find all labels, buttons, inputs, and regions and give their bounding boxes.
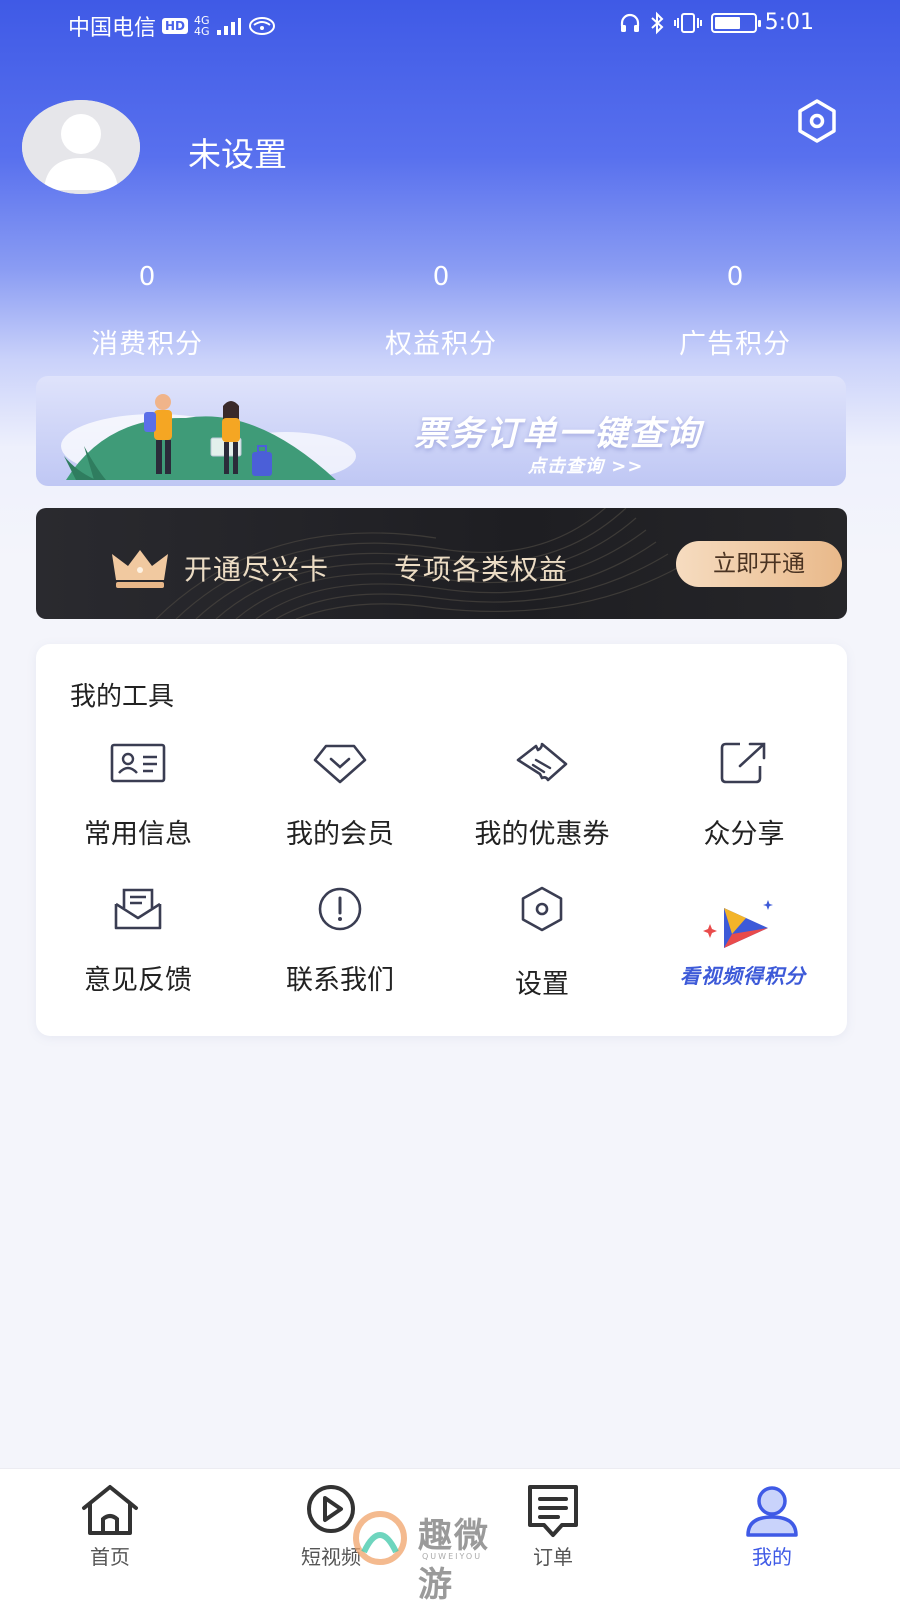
tool-settings[interactable]: 设置 <box>442 886 642 1016</box>
tool-label: 我的会员 <box>286 819 394 850</box>
nav-me[interactable]: 我的 <box>692 1469 852 1600</box>
watch-video-label: 看视频得积分 <box>680 964 806 988</box>
stat-value: 0 <box>432 262 450 292</box>
tool-my-coupons[interactable]: 我的优惠券 <box>442 740 642 870</box>
crown-icon <box>112 550 168 588</box>
tools-title: 我的工具 <box>70 682 175 712</box>
stat-label: 消费积分 <box>91 329 203 360</box>
vip-benefits-text: 专项各类权益 <box>394 553 569 586</box>
stat-consumption-points[interactable]: 0 消费积分 <box>0 262 297 361</box>
watermark: 趣微游 QUWEIYOU <box>350 1508 520 1600</box>
tool-label: 众分享 <box>703 819 785 850</box>
tool-my-membership[interactable]: 我的会员 <box>240 740 440 870</box>
settings-gear-icon[interactable] <box>792 96 842 146</box>
network-indicator: 4G 4G <box>194 15 210 37</box>
stat-label: 权益积分 <box>385 329 497 360</box>
battery-icon <box>710 12 761 33</box>
stat-value: 0 <box>726 262 744 292</box>
profile-icon <box>746 1486 798 1537</box>
headphones-icon <box>620 13 639 32</box>
tool-label: 意见反馈 <box>84 965 192 996</box>
ticket-banner-title: 票务订单一键查询 <box>414 414 702 454</box>
avatar-placeholder-icon <box>22 100 140 194</box>
tool-label: 设置 <box>515 969 569 1000</box>
video-play-icon <box>703 900 773 948</box>
vip-card-text: 开通尽兴卡 <box>184 553 330 586</box>
vibrate-icon <box>673 12 702 33</box>
network-bottom-label: 4G <box>194 25 210 38</box>
travelers-illustration <box>61 394 356 480</box>
watermark-logo-icon <box>353 1511 407 1565</box>
avatar[interactable] <box>22 100 140 194</box>
bluetooth-icon <box>650 11 664 34</box>
stat-label: 广告积分 <box>679 329 791 360</box>
points-stats: 0 消费积分 0 权益积分 0 广告积分 <box>0 262 900 362</box>
home-icon <box>82 1485 138 1535</box>
stat-value: 0 <box>138 262 156 292</box>
tool-share[interactable]: 众分享 <box>644 740 844 870</box>
feedback-envelope-icon <box>114 888 162 930</box>
hotspot-icon <box>248 17 275 35</box>
hd-badge: HD <box>162 18 189 34</box>
tool-watch-video-points[interactable]: 看视频得积分 <box>636 900 850 1030</box>
stat-rights-points[interactable]: 0 权益积分 <box>291 262 591 361</box>
settings-hex-icon <box>521 886 563 932</box>
clock-label: 5:01 <box>764 10 814 35</box>
status-left: 中国电信 HD 4G 4G <box>68 10 276 42</box>
username-label[interactable]: 未设置 <box>188 128 287 176</box>
orders-icon <box>528 1485 578 1537</box>
status-bar: 中国电信 HD 4G 4G 5:01 <box>0 0 900 50</box>
id-card-icon <box>110 743 166 783</box>
battery-level <box>714 16 740 29</box>
tool-feedback[interactable]: 意见反馈 <box>38 886 238 1016</box>
signal-icon <box>216 18 241 35</box>
stat-ad-points[interactable]: 0 广告积分 <box>585 262 885 361</box>
coupon-icon <box>516 742 568 782</box>
nav-label: 我的 <box>752 1545 792 1569</box>
watermark-subtext: QUWEIYOU <box>422 1552 483 1561</box>
info-exclamation-icon <box>318 887 362 931</box>
ticket-banner-subtitle: 点击查询 >> <box>528 456 644 477</box>
nav-home[interactable]: 首页 <box>30 1469 190 1600</box>
status-right: 5:01 <box>619 10 814 35</box>
nav-label: 首页 <box>90 1545 130 1569</box>
carrier-label: 中国电信 <box>68 16 157 41</box>
ticket-query-banner[interactable]: 票务订单一键查询 点击查询 >> <box>36 376 846 486</box>
share-icon <box>720 742 766 784</box>
my-tools-card: 我的工具 常用信息 我的会员 我的优惠券 众分享 意见反馈 联系我们 设置 看视… <box>36 644 847 1036</box>
tool-common-info[interactable]: 常用信息 <box>38 740 238 870</box>
activate-vip-button[interactable]: 立即开通 <box>676 541 842 587</box>
vip-card-banner[interactable]: 开通尽兴卡 专项各类权益 立即开通 <box>36 508 847 619</box>
tool-label: 常用信息 <box>84 819 192 850</box>
tool-label: 我的优惠券 <box>474 819 610 850</box>
member-diamond-icon <box>313 744 367 784</box>
tool-contact-us[interactable]: 联系我们 <box>240 886 440 1016</box>
tool-label: 联系我们 <box>286 965 394 996</box>
